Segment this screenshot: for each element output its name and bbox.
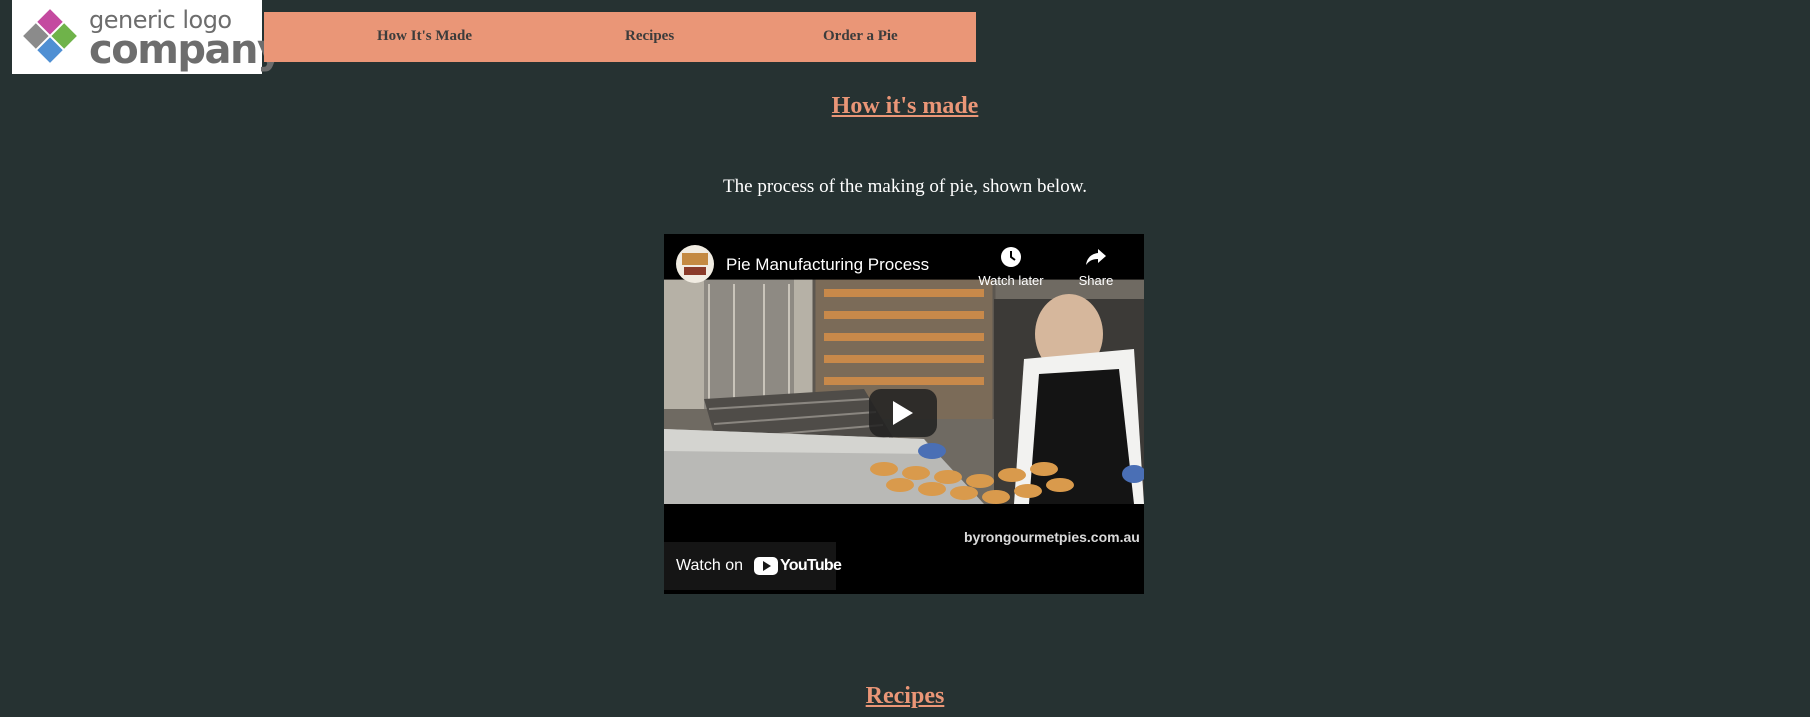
- share-arrow-icon: [1086, 249, 1106, 265]
- nav-link-how-its-made[interactable]: How It's Made: [377, 28, 472, 45]
- logo-line-2: company: [89, 27, 283, 73]
- watch-on-youtube-button[interactable]: Watch on YouTube: [664, 542, 842, 590]
- section-title-how-its-made: How it's made: [831, 93, 979, 119]
- nav-link-recipes[interactable]: Recipes: [625, 28, 674, 45]
- share-button[interactable]: Share: [1056, 246, 1136, 288]
- watch-later-button[interactable]: Watch later: [971, 246, 1051, 288]
- clock-icon: [1001, 247, 1021, 267]
- channel-avatar[interactable]: [676, 245, 714, 283]
- intro-text: The process of the making of pie, shown …: [723, 176, 1087, 197]
- youtube-wordmark: YouTube: [780, 557, 842, 574]
- nav-link-order-a-pie[interactable]: Order a Pie: [823, 28, 898, 45]
- video-embed[interactable]: Pie Manufacturing Process Watch later Sh…: [664, 234, 1144, 594]
- video-watermark: byrongourmetpies.com.au: [964, 529, 1140, 545]
- company-logo[interactable]: generic logo company: [12, 0, 283, 74]
- video-title[interactable]: Pie Manufacturing Process: [726, 255, 929, 275]
- play-icon: [893, 401, 913, 425]
- logo-wordmark: generic logo company: [89, 8, 283, 73]
- video-top-bar: Pie Manufacturing Process Watch later Sh…: [664, 234, 1144, 288]
- play-button[interactable]: [869, 389, 937, 437]
- diamond-logo-icon: [23, 9, 77, 63]
- watch-later-label: Watch later: [978, 273, 1044, 288]
- watch-on-label: Watch on: [676, 557, 743, 574]
- top-nav: How It's Made Recipes Order a Pie: [264, 12, 976, 62]
- channel-logo-icon: [682, 253, 708, 275]
- section-title-recipes: Recipes: [865, 683, 945, 709]
- youtube-icon: [754, 557, 778, 575]
- share-label: Share: [1078, 273, 1114, 288]
